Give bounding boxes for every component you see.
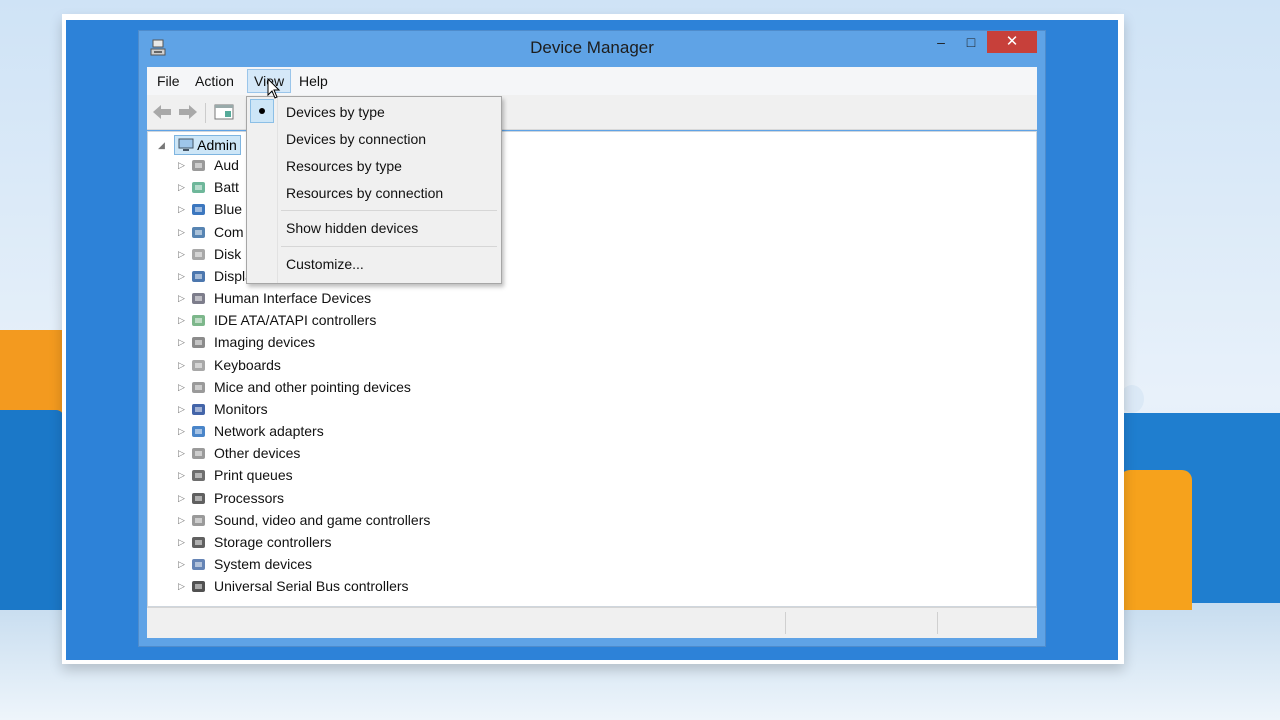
expand-arrow-icon[interactable]: ▷: [178, 404, 188, 414]
printer-icon: [190, 467, 208, 484]
expand-arrow-icon[interactable]: ▷: [178, 426, 188, 436]
expand-arrow-icon[interactable]: ▷: [178, 470, 188, 480]
mouse-cursor-icon: [267, 78, 281, 99]
tree-item-label: Aud: [214, 157, 239, 173]
menu-separator: [281, 210, 497, 211]
tree-item-label: Storage controllers: [214, 533, 332, 550]
tree-item-label: Universal Serial Bus controllers: [214, 578, 409, 595]
root-label: Admin: [197, 137, 237, 153]
computer-icon: [190, 224, 208, 241]
tree-item-label: Keyboards: [214, 356, 281, 373]
tree-item-label: Imaging devices: [214, 334, 316, 351]
sound-icon: [190, 512, 208, 529]
expand-arrow-icon[interactable]: ▷: [178, 493, 188, 503]
expand-arrow-icon[interactable]: ▷: [178, 581, 188, 591]
tree-item-label: Mice and other pointing devices: [214, 378, 411, 395]
properties-icon[interactable]: [213, 102, 235, 122]
processor-icon: [190, 490, 208, 507]
menu-gutter: [247, 97, 278, 283]
network-icon: [190, 423, 208, 440]
background-blue-sofa-left: [0, 410, 64, 610]
expand-arrow-icon[interactable]: ▷: [178, 337, 188, 347]
expand-arrow-icon[interactable]: ▷: [178, 227, 188, 237]
battery-icon: [190, 179, 208, 196]
status-separator: [785, 612, 786, 634]
tree-item-label: Batt: [214, 179, 239, 196]
keyboard-icon: [190, 357, 208, 374]
expand-arrow-icon[interactable]: ▷: [178, 271, 188, 281]
menu-item-customize[interactable]: Customize...: [286, 256, 364, 272]
background-orange-chair-right: [1120, 470, 1192, 610]
tree-item-label: IDE ATA/ATAPI controllers: [214, 312, 377, 329]
status-bar: [147, 607, 1037, 638]
menu-item-resources-by-type[interactable]: Resources by type: [286, 158, 402, 174]
collapse-arrow-icon[interactable]: ◢: [158, 140, 168, 150]
view-dropdown-menu: Devices by type Devices by connection Re…: [246, 96, 502, 284]
mouse-icon: [190, 379, 208, 396]
expand-arrow-icon[interactable]: ▷: [178, 182, 188, 192]
menu-separator: [281, 246, 497, 247]
menu-item-devices-by-connection[interactable]: Devices by connection: [286, 131, 426, 147]
expand-arrow-icon[interactable]: ▷: [178, 382, 188, 392]
tree-item-label: Monitors: [214, 400, 268, 417]
tree-item-label: Network adapters: [214, 423, 324, 440]
usb-icon: [190, 578, 208, 595]
tree-item-label: Disk: [214, 245, 242, 262]
close-button[interactable]: ✕: [987, 31, 1037, 53]
radio-check-icon: [250, 99, 274, 123]
expand-arrow-icon[interactable]: ▷: [178, 515, 188, 525]
minimize-button[interactable]: ‒: [927, 31, 955, 53]
expand-arrow-icon[interactable]: ▷: [178, 204, 188, 214]
expand-arrow-icon[interactable]: ▷: [178, 315, 188, 325]
expand-arrow-icon[interactable]: ▷: [178, 559, 188, 569]
menu-file[interactable]: File: [151, 71, 186, 91]
tree-item-label: System devices: [214, 556, 313, 573]
menu-action[interactable]: Action: [189, 71, 240, 91]
menu-item-devices-by-type[interactable]: Devices by type: [286, 104, 385, 120]
expand-arrow-icon[interactable]: ▷: [178, 160, 188, 170]
status-separator: [937, 612, 938, 634]
display-adapter-icon: [190, 268, 208, 285]
tree-item-label: Other devices: [214, 445, 301, 462]
title-bar[interactable]: Device Manager ‒ □ ✕: [139, 31, 1045, 65]
tree-item-label: Print queues: [214, 467, 293, 484]
speaker-icon: [190, 157, 208, 174]
storage-icon: [190, 534, 208, 551]
tree-item-label: Human Interface Devices: [214, 290, 372, 307]
camera-icon: [190, 334, 208, 351]
expand-arrow-icon[interactable]: ▷: [178, 448, 188, 458]
tree-item-label: Com: [214, 223, 244, 240]
ide-controller-icon: [190, 312, 208, 329]
computer-icon: [178, 138, 194, 151]
toolbar-separator: [205, 103, 206, 123]
menu-help[interactable]: Help: [293, 71, 334, 91]
expand-arrow-icon[interactable]: ▷: [178, 537, 188, 547]
disk-drive-icon: [190, 246, 208, 263]
tree-item-label: Sound, video and game controllers: [214, 511, 431, 528]
window-title: Device Manager: [530, 38, 654, 57]
menu-item-resources-by-connection[interactable]: Resources by connection: [286, 185, 443, 201]
expand-arrow-icon[interactable]: ▷: [178, 360, 188, 370]
maximize-button[interactable]: □: [957, 31, 985, 53]
expand-arrow-icon[interactable]: ▷: [178, 293, 188, 303]
menu-item-show-hidden-devices[interactable]: Show hidden devices: [286, 220, 418, 236]
bluetooth-icon: [190, 201, 208, 218]
monitor-icon: [190, 401, 208, 418]
expand-arrow-icon[interactable]: ▷: [178, 249, 188, 259]
back-arrow-icon[interactable]: [151, 102, 173, 122]
other-device-icon: [190, 445, 208, 462]
system-icon: [190, 556, 208, 573]
tree-item-label: Blue: [214, 201, 243, 218]
hid-icon: [190, 290, 208, 307]
forward-arrow-icon[interactable]: [177, 102, 199, 122]
tree-item-label: Processors: [214, 489, 285, 506]
